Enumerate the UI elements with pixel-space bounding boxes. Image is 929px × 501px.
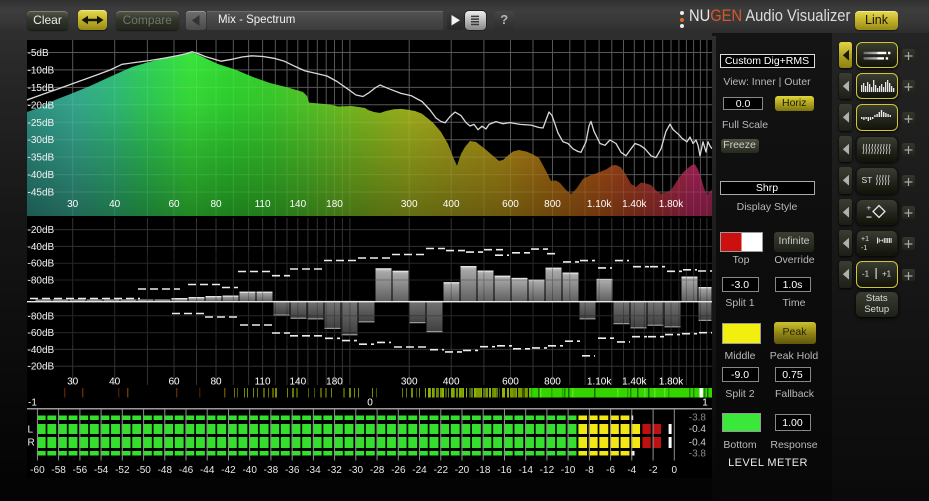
svg-text:-80dB: -80dB — [28, 311, 55, 322]
svg-text:-35dB: -35dB — [28, 153, 55, 164]
svg-text:1.40k: 1.40k — [622, 377, 647, 388]
svg-text:R: R — [28, 438, 35, 449]
svg-text:-45dB: -45dB — [28, 188, 55, 199]
svg-text:-52: -52 — [115, 465, 130, 476]
svg-text:-40dB: -40dB — [28, 170, 55, 181]
svg-text:-42: -42 — [221, 465, 236, 476]
svg-text:-2: -2 — [649, 465, 658, 476]
svg-text:-15dB: -15dB — [28, 83, 55, 94]
svg-text:-1: -1 — [861, 245, 867, 252]
svg-text:80: 80 — [210, 199, 222, 210]
svg-text:-60dB: -60dB — [28, 328, 55, 339]
svg-text:-60: -60 — [30, 465, 45, 476]
svg-text:400: 400 — [443, 377, 460, 388]
svg-text:180: 180 — [326, 377, 343, 388]
svg-text:600: 600 — [502, 199, 519, 210]
svg-text:110: 110 — [255, 377, 271, 388]
svg-text:-10: -10 — [561, 465, 576, 476]
svg-text:-56: -56 — [73, 465, 88, 476]
svg-text:-80dB: -80dB — [28, 276, 55, 287]
svg-text:-12: -12 — [540, 465, 555, 476]
svg-text:140: 140 — [289, 199, 306, 210]
svg-text:-22: -22 — [434, 465, 449, 476]
svg-text:-0.4: -0.4 — [689, 438, 707, 449]
svg-text:-8: -8 — [585, 465, 594, 476]
svg-text:+1: +1 — [861, 236, 869, 243]
svg-text:1.10k: 1.10k — [587, 199, 612, 210]
svg-text:60: 60 — [168, 377, 180, 388]
svg-text:1.40k: 1.40k — [622, 199, 647, 210]
svg-text:-44: -44 — [200, 465, 215, 476]
svg-text:180: 180 — [326, 199, 343, 210]
svg-text:-30: -30 — [349, 465, 364, 476]
svg-text:400: 400 — [443, 199, 460, 210]
svg-text:-20dB: -20dB — [28, 225, 55, 236]
svg-text:+1: +1 — [882, 270, 892, 279]
svg-text:-30dB: -30dB — [28, 135, 55, 146]
svg-text:-40dB: -40dB — [28, 345, 55, 356]
svg-text:+: + — [867, 203, 872, 212]
svg-text:140: 140 — [289, 377, 306, 388]
svg-text:-4: -4 — [627, 465, 636, 476]
svg-text:-36: -36 — [285, 465, 300, 476]
svg-text:-48: -48 — [158, 465, 173, 476]
svg-text:-20: -20 — [455, 465, 470, 476]
svg-text:-16: -16 — [497, 465, 512, 476]
svg-text:ST: ST — [862, 175, 873, 185]
svg-text:0: 0 — [672, 465, 678, 476]
svg-text:-14: -14 — [518, 465, 533, 476]
svg-text:-32: -32 — [327, 465, 342, 476]
svg-text:-24: -24 — [412, 465, 427, 476]
svg-text:-38: -38 — [264, 465, 279, 476]
svg-text:30: 30 — [67, 199, 79, 210]
svg-text:0: 0 — [367, 398, 373, 409]
svg-text:-10dB: -10dB — [28, 65, 55, 76]
svg-text:110: 110 — [255, 199, 271, 210]
svg-text:-40dB: -40dB — [28, 242, 55, 253]
svg-text:L: L — [28, 425, 34, 436]
svg-text:-1: -1 — [862, 270, 870, 279]
svg-text:1.80k: 1.80k — [659, 377, 684, 388]
svg-text:300: 300 — [401, 199, 418, 210]
svg-text:-46: -46 — [179, 465, 194, 476]
svg-text:-60dB: -60dB — [28, 259, 55, 270]
svg-text:-54: -54 — [94, 465, 109, 476]
svg-text:600: 600 — [502, 377, 519, 388]
svg-text:-58: -58 — [51, 465, 66, 476]
svg-text:40: 40 — [109, 199, 121, 210]
svg-text:800: 800 — [544, 377, 561, 388]
svg-text:80: 80 — [210, 377, 222, 388]
svg-text:-26: -26 — [391, 465, 406, 476]
svg-text:800: 800 — [544, 199, 561, 210]
svg-text:300: 300 — [401, 377, 418, 388]
svg-text:-40: -40 — [242, 465, 257, 476]
svg-text:-6: -6 — [606, 465, 615, 476]
svg-text:-25dB: -25dB — [28, 118, 55, 129]
svg-text:-0.4: -0.4 — [689, 424, 707, 435]
svg-text:1.80k: 1.80k — [659, 199, 684, 210]
svg-text:-34: -34 — [306, 465, 321, 476]
svg-text:-50: -50 — [136, 465, 151, 476]
svg-text:-28: -28 — [370, 465, 385, 476]
svg-text:-3.8: -3.8 — [689, 413, 707, 424]
svg-text:30: 30 — [67, 377, 79, 388]
svg-text:-20dB: -20dB — [28, 100, 55, 111]
svg-text:-3.8: -3.8 — [689, 449, 707, 460]
svg-text:60: 60 — [168, 199, 180, 210]
svg-text:-20dB: -20dB — [28, 362, 55, 373]
svg-text:-5dB: -5dB — [28, 48, 49, 59]
svg-text:-18: -18 — [476, 465, 491, 476]
svg-text:1.10k: 1.10k — [587, 377, 612, 388]
svg-text:-1: -1 — [28, 398, 37, 409]
svg-text:1: 1 — [702, 398, 708, 409]
svg-text:40: 40 — [109, 377, 121, 388]
